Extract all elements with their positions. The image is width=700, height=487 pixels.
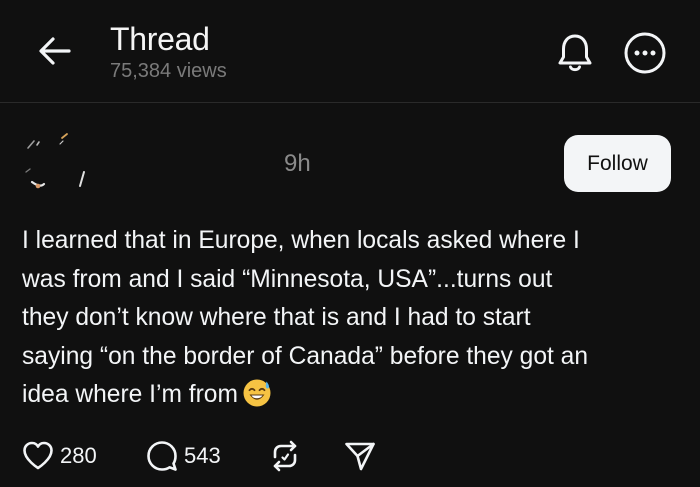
comment-icon [147, 441, 177, 471]
follow-button[interactable]: Follow [564, 135, 671, 192]
reply-button[interactable]: 543 [146, 438, 221, 474]
share-icon [345, 442, 375, 471]
bell-icon [558, 34, 592, 72]
post-text-line: they don’t know where that is and I had … [22, 304, 531, 332]
post-time: 9h [284, 150, 311, 177]
like-count: 280 [60, 443, 97, 468]
post-actions: 280 543 [22, 438, 682, 474]
post-text-line: was from and I said “Minnesota, USA”...t… [22, 265, 553, 293]
notify-button[interactable] [552, 30, 598, 76]
post-body: I learned that in Europe, when locals as… [22, 222, 682, 415]
share-button[interactable] [344, 438, 376, 474]
more-button[interactable] [622, 30, 668, 76]
thread-header: Thread 75,384 views [0, 0, 700, 103]
repost-icon [273, 440, 297, 472]
more-icon [624, 32, 666, 74]
reply-count: 543 [184, 443, 221, 468]
post-text-line: idea where I’m from [22, 381, 238, 409]
blurred-avatar-icon [25, 133, 85, 189]
heart-icon [23, 441, 53, 470]
sweat-smile-emoji-icon [243, 379, 271, 407]
page-title: Thread [110, 21, 210, 57]
avatar[interactable] [20, 132, 92, 198]
view-count: 75,384 views [110, 60, 227, 82]
post-text-line: I learned that in Europe, when locals as… [22, 227, 580, 254]
like-button[interactable]: 280 [22, 438, 97, 474]
post-text-line-last: idea where I’m from [22, 376, 682, 415]
back-arrow-icon [39, 37, 71, 65]
back-button[interactable] [34, 30, 76, 72]
post-text-line: saying “on the border of Canada” before … [22, 342, 589, 370]
repost-button[interactable] [270, 438, 300, 474]
